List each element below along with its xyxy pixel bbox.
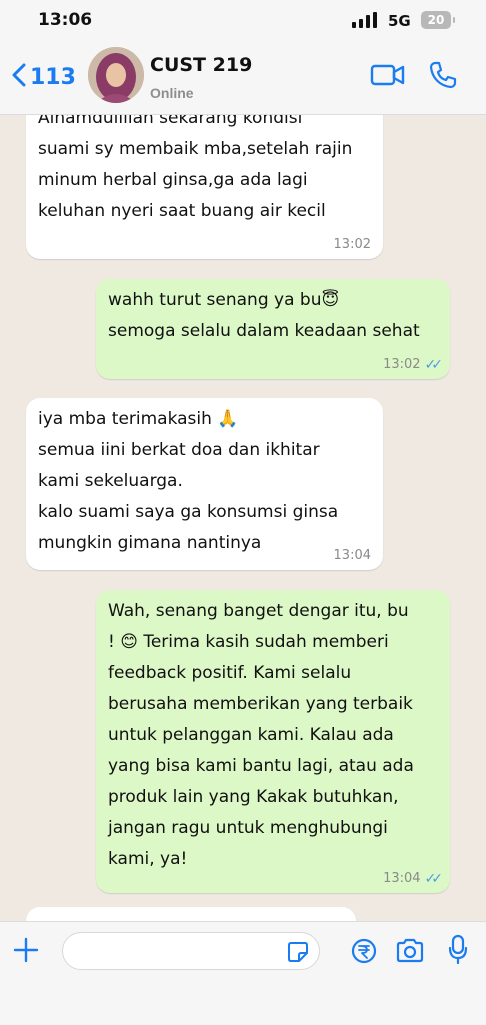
message-text: wahh turut senang ya bu😇	[108, 290, 340, 310]
double-check-icon: ✓✓	[424, 357, 444, 373]
message-bubble-incoming-partial[interactable]	[26, 907, 356, 921]
sticker-icon[interactable]	[287, 941, 309, 968]
message-input[interactable]	[62, 932, 320, 970]
message-text: berusaha memberikan yang terbaik	[108, 694, 413, 714]
message-text: ! 😊 Terima kasih sudah memberi	[108, 632, 389, 652]
composer-bar	[0, 921, 486, 1025]
message-time: 13:02	[333, 237, 371, 252]
phone-icon[interactable]	[428, 60, 458, 95]
battery-icon: 20	[421, 11, 455, 29]
status-bar: 13:06 5G 20	[0, 0, 486, 40]
message-text: jangan ragu untuk menghubungi	[108, 818, 388, 838]
contact-name[interactable]: CUST 219	[150, 54, 252, 76]
battery-level: 20	[427, 13, 445, 27]
message-text: keluhan nyeri saat buang air kecil	[38, 201, 326, 221]
unread-count: 113	[30, 65, 76, 90]
message-bubble-outgoing[interactable]: Wah, senang banget dengar itu, bu ! 😊 Te…	[96, 590, 450, 893]
message-meta: 13:04 ✓✓	[383, 871, 444, 887]
message-time: 13:04	[383, 871, 421, 886]
message-text: Alhamdulillah sekarang kondisi	[38, 115, 303, 128]
message-text: suami sy membaik mba,setelah rajin	[38, 139, 353, 159]
signal-icon	[352, 12, 380, 33]
message-text: yang bisa kami bantu lagi, atau ada	[108, 756, 414, 776]
chat-header: 113 CUST 219 Online	[0, 40, 486, 115]
message-text: semoga selalu dalam keadaan sehat	[108, 321, 420, 341]
chevron-left-icon	[10, 62, 28, 93]
message-text: kalo suami saya ga konsumsi ginsa	[38, 502, 339, 522]
video-call-icon[interactable]	[370, 62, 406, 93]
avatar[interactable]	[88, 47, 144, 103]
message-meta: 13:02 ✓✓	[383, 357, 444, 373]
message-text: feedback positif. Kami selalu	[108, 663, 352, 683]
message-text: semua iini berkat doa dan ikhitar	[38, 440, 320, 460]
message-time: 13:02	[383, 357, 421, 372]
message-text: iya mba terimakasih 🙏	[38, 409, 239, 429]
message-text: untuk pelanggan kami. Kalau ada	[108, 725, 394, 745]
message-bubble-incoming[interactable]: Alhamdulillah sekarang kondisi suami sy …	[26, 115, 383, 259]
message-list[interactable]: Alhamdulillah sekarang kondisi suami sy …	[0, 115, 486, 921]
contact-status: Online	[150, 85, 194, 101]
message-time: 13:04	[333, 548, 371, 563]
network-label: 5G	[388, 12, 411, 30]
message-bubble-incoming[interactable]: iya mba terimakasih 🙏 semua iini berkat …	[26, 398, 383, 570]
message-text: Wah, senang banget dengar itu, bu	[108, 601, 409, 621]
message-text: mungkin gimana nantinya	[38, 533, 262, 553]
message-text: minum herbal ginsa,ga ada lagi	[38, 170, 308, 190]
status-time: 13:06	[38, 10, 93, 30]
message-text: produk lain yang Kakak butuhkan,	[108, 787, 399, 807]
message-text: kami sekeluarga.	[38, 471, 183, 491]
back-button[interactable]: 113	[10, 62, 76, 93]
message-bubble-outgoing[interactable]: wahh turut senang ya bu😇 semoga selalu d…	[96, 279, 450, 379]
plus-icon[interactable]	[12, 936, 40, 969]
camera-icon[interactable]	[395, 937, 425, 970]
double-check-icon: ✓✓	[424, 871, 444, 887]
message-meta: 13:04	[334, 548, 371, 564]
message-meta: 13:02	[334, 237, 371, 253]
microphone-icon[interactable]	[448, 934, 468, 971]
payment-icon[interactable]	[350, 937, 378, 970]
